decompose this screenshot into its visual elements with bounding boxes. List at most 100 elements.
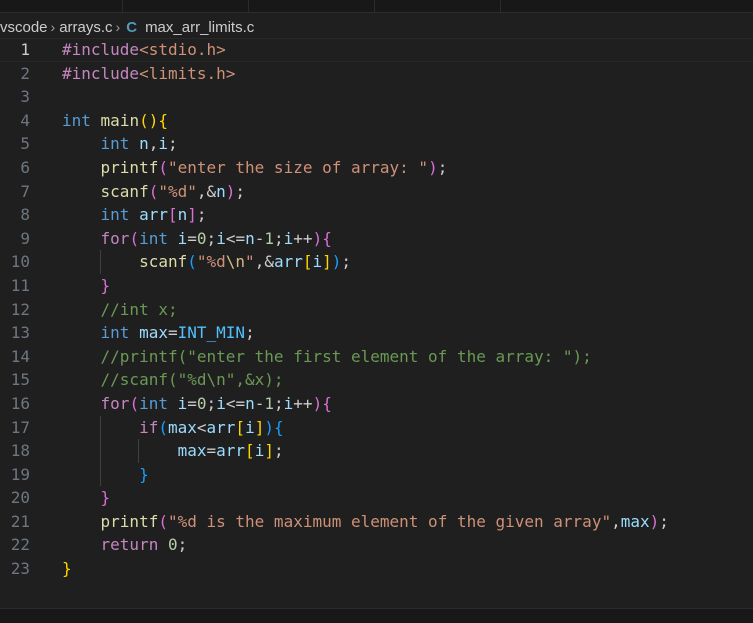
code-token: //printf("enter the first element of the… [100,346,592,366]
line-number[interactable]: 12 [0,298,30,322]
code-line[interactable]: 13 int max=INT_MIN; [0,321,753,345]
line-number[interactable]: 7 [0,180,30,204]
line-number[interactable]: 10 [0,250,30,274]
code-line[interactable]: 10 scanf("%d\n",&arr[i]); [0,250,753,274]
code-token: i [177,393,188,413]
code-line[interactable]: 2 #include<limits.h> [0,62,753,86]
code-line[interactable]: 18 max=arr[i]; [0,439,753,463]
line-number[interactable]: 15 [0,368,30,392]
line-number[interactable]: 19 [0,463,30,487]
line-number[interactable]: 23 [0,557,30,581]
line-number[interactable]: 9 [0,227,30,251]
line-number[interactable]: 22 [0,533,30,557]
code-token: int [139,393,168,413]
chevron-right-icon: › [50,19,56,35]
code-token: ) [331,252,342,272]
code-line[interactable]: 22 return 0; [0,533,753,557]
code-line[interactable]: 1 #include<stdio.h> [0,38,753,62]
code-line[interactable]: 11 } [0,274,753,298]
code-token: i [158,134,168,154]
code-line[interactable]: 12 //int x; [0,298,753,322]
code-token: "%d [196,252,226,272]
line-number[interactable]: 14 [0,345,30,369]
code-line[interactable]: 7 scanf("%d",&n); [0,180,753,204]
line-number[interactable]: 8 [0,203,30,227]
code-token: < [196,417,207,437]
line-number[interactable]: 1 [0,38,30,62]
line-number[interactable]: 3 [0,85,30,109]
code-token: ++ [293,228,313,248]
code-token: max [139,323,168,343]
code-token: - [254,228,265,248]
code-token: arr [139,205,168,225]
code-token: ] [264,441,274,461]
code-token: arr [273,252,303,272]
code-token: i [283,228,294,248]
code-line[interactable]: 6 printf("enter the size of array: "); [0,156,753,180]
code-text: for(int i=0;i<=n-1;i++){ [62,227,332,251]
code-token: { [273,417,284,437]
code-token: arr [206,417,236,437]
breadcrumb-item-parent-file[interactable]: arrays.c [59,19,112,36]
line-number[interactable]: 4 [0,109,30,133]
code-line[interactable]: 9 for(int i=0;i<=n-1;i++){ [0,227,753,251]
code-line[interactable]: 14 //printf("enter the first element of … [0,345,753,369]
line-number[interactable]: 5 [0,132,30,156]
code-line[interactable]: 23} [0,557,753,581]
line-number[interactable]: 16 [0,392,30,416]
code-token: "enter the size of array: " [167,157,429,177]
code-token: #include [62,40,140,59]
code-line[interactable]: 4 int main(){ [0,109,753,133]
code-token: ] [187,205,197,225]
code-line[interactable]: 15 //scanf("%d\n",&x); [0,368,753,392]
code-token: printf [100,511,159,531]
code-token: INT_MIN [177,323,246,343]
line-number[interactable]: 11 [0,274,30,298]
code-token: \n [225,252,246,272]
code-token: ; [341,252,352,272]
code-text: } [62,463,149,487]
line-number[interactable]: 21 [0,510,30,534]
code-line[interactable]: 20 } [0,486,753,510]
code-token: 0 [196,228,207,248]
code-token: , [611,511,621,531]
line-number[interactable]: 2 [0,62,30,86]
code-token: n [177,205,188,225]
code-area[interactable]: 1 #include<stdio.h> 2 #include<limits.h> 3 4 i… [0,38,753,581]
code-line[interactable]: 19 } [0,462,753,487]
line-number[interactable]: 6 [0,156,30,180]
breadcrumb-item-folder[interactable]: vscode [0,19,48,36]
code-line[interactable]: 17 if(max<arr[i]){ [0,415,753,440]
code-editor[interactable]: vscode › arrays.c › C max_arr_limits.c 1… [0,0,753,623]
code-token: , [148,134,159,154]
tab-strip[interactable] [0,0,753,13]
code-line[interactable]: 3 [0,85,753,109]
code-line[interactable]: 21 printf("%d is the maximum element of … [0,510,753,534]
code-token: ( [129,228,140,248]
line-number[interactable]: 13 [0,321,30,345]
code-token: if [139,417,159,437]
code-line[interactable]: 16 for(int i=0;i<=n-1;i++){ [0,392,753,416]
code-token: ; [206,393,217,413]
code-token: i [245,417,255,437]
code-text: //scanf("%d\n",&x); [62,368,284,392]
code-line[interactable]: 8 int arr[n]; [0,203,753,227]
code-line[interactable]: 5 int n,i; [0,132,753,156]
line-number[interactable]: 18 [0,439,30,463]
code-text: if(max<arr[i]){ [62,416,284,440]
code-token: ( [158,417,168,437]
code-token: int [100,323,130,343]
line-number[interactable]: 17 [0,416,30,440]
code-text: int main(){ [62,109,168,133]
breadcrumb-item-file[interactable]: max_arr_limits.c [145,19,254,36]
line-number[interactable]: 20 [0,486,30,510]
bottom-panel-edge [0,608,753,623]
code-token: max [177,441,207,461]
